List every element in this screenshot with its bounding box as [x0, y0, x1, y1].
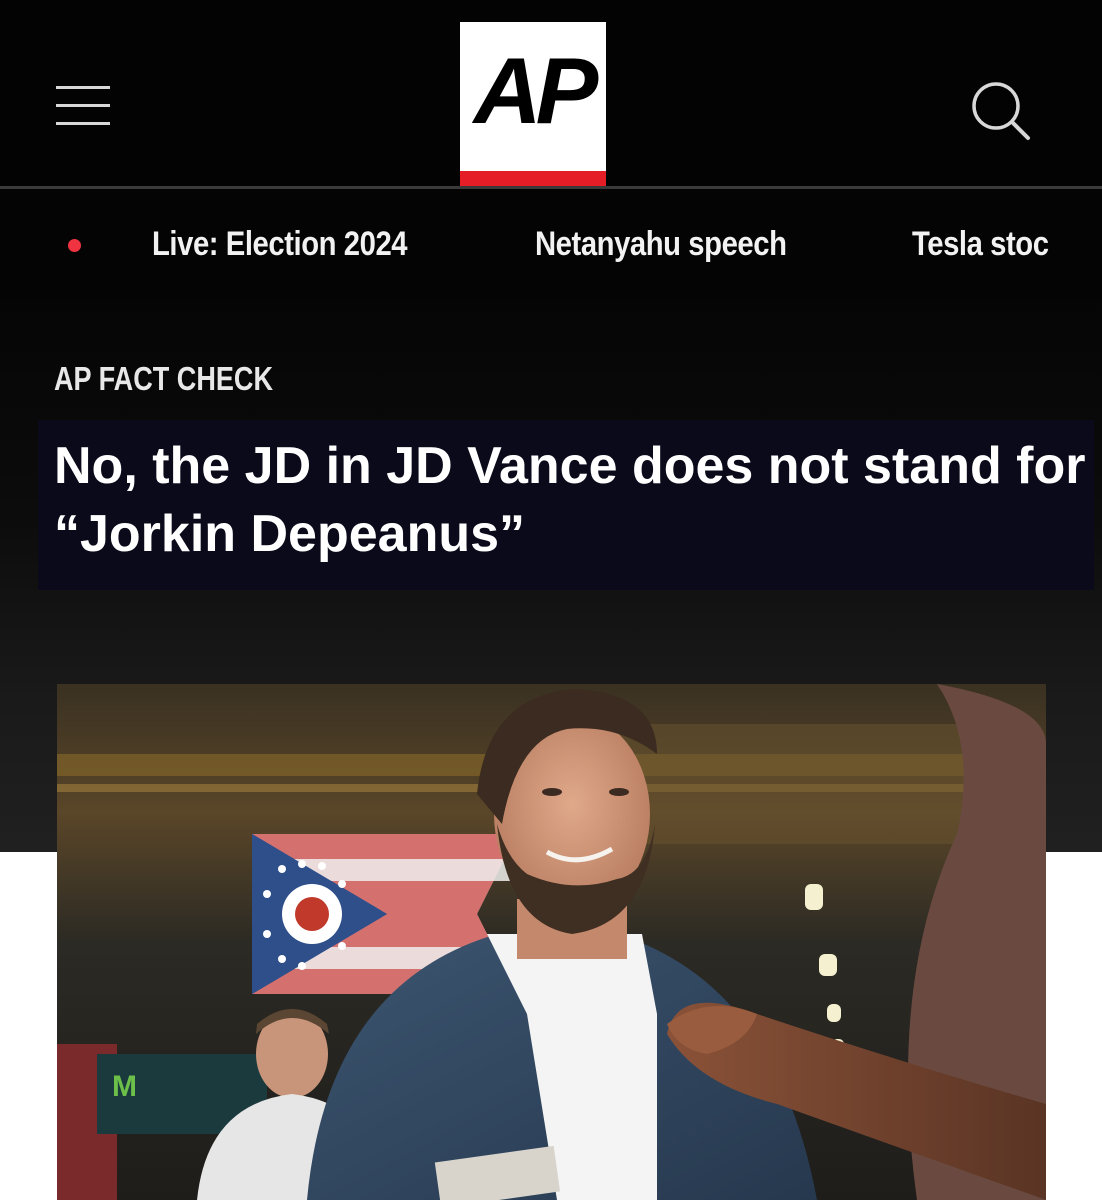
article-headline: No, the JD in JD Vance does not stand fo…	[54, 437, 1086, 563]
logo-text: AP	[473, 38, 599, 143]
nav-fade-overlay	[1062, 189, 1102, 299]
search-icon[interactable]	[966, 78, 1036, 142]
nav-item-live-election[interactable]: Live: Election 2024	[152, 225, 408, 264]
article-kicker[interactable]: AP FACT CHECK	[54, 360, 273, 398]
nav-item-tesla[interactable]: Tesla stoc	[912, 225, 1049, 264]
live-indicator-icon	[68, 239, 81, 252]
site-header: AP	[0, 0, 1102, 186]
ap-logo[interactable]: AP	[460, 22, 606, 186]
nav-item-netanyahu-speech[interactable]: Netanyahu speech	[535, 225, 787, 264]
svg-text:M: M	[112, 1070, 137, 1103]
trending-nav: Live: Election 2024 Netanyahu speech Tes…	[0, 189, 1102, 299]
article-lead-photo[interactable]: M	[57, 684, 1046, 1200]
logo-red-bar	[460, 171, 606, 186]
hamburger-menu-icon[interactable]	[56, 84, 110, 126]
ap-article-page: AP Live: Election 2024 Netanyahu speech …	[0, 0, 1102, 1200]
